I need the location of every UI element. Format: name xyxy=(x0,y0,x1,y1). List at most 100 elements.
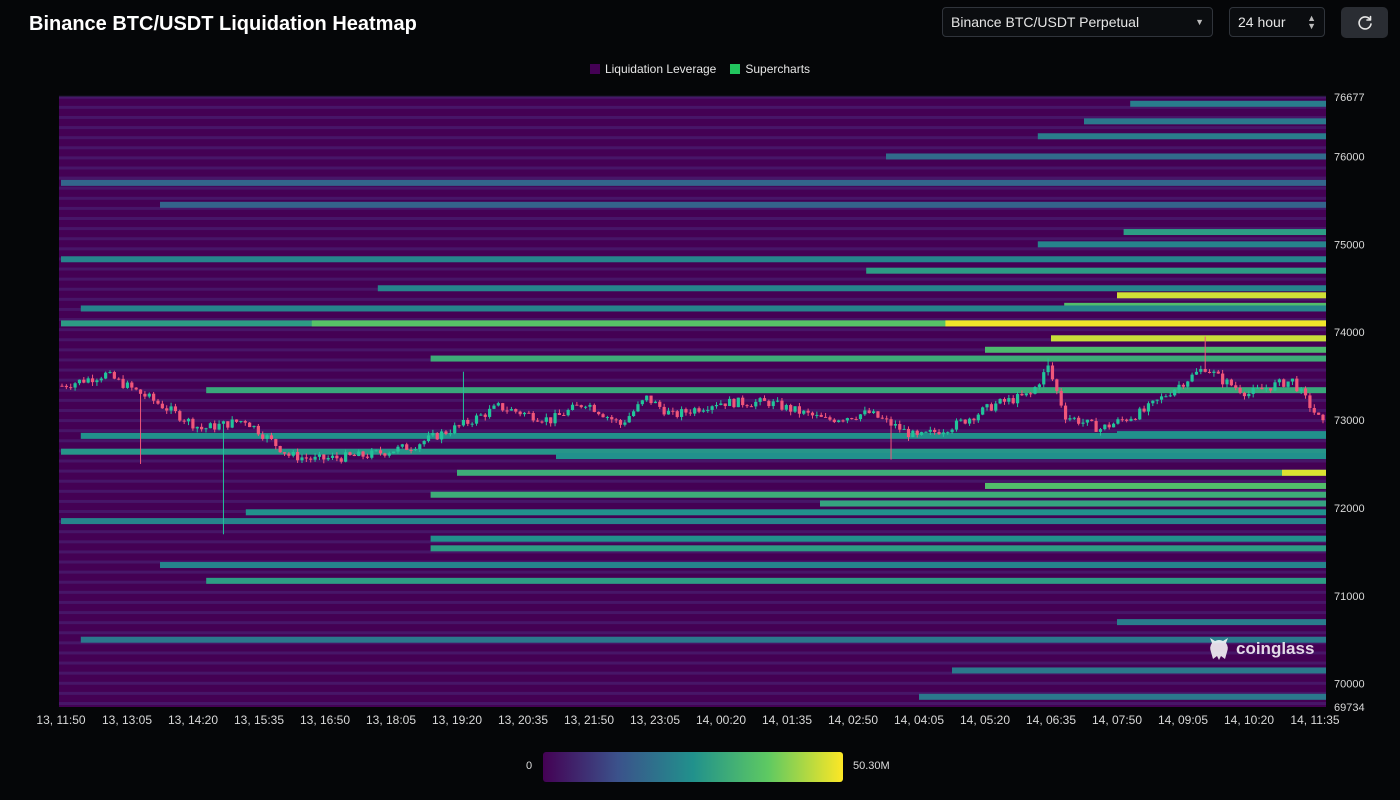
x-tick-label: 13, 14:20 xyxy=(168,713,218,727)
watermark-text: coinglass xyxy=(1236,639,1315,658)
candle-body xyxy=(488,408,492,417)
candle-body xyxy=(557,413,562,415)
candle-body xyxy=(649,395,653,404)
candlestick xyxy=(104,371,108,380)
candle-body xyxy=(213,423,217,430)
candle-body xyxy=(230,419,234,428)
candle-body xyxy=(679,409,684,417)
x-tick-label: 14, 10:20 xyxy=(1224,713,1274,727)
candle-body xyxy=(531,413,535,421)
candle-body xyxy=(1181,384,1185,387)
x-tick-label: 13, 20:35 xyxy=(498,713,548,727)
heatmap-level xyxy=(430,355,1327,362)
candle-body xyxy=(313,456,317,460)
candle-body xyxy=(426,435,431,441)
candle-body xyxy=(191,418,195,429)
candle-body xyxy=(1072,417,1076,419)
candle-body xyxy=(474,415,479,424)
candle-body xyxy=(911,430,915,438)
candle-body xyxy=(396,446,400,452)
candle-body xyxy=(1055,379,1059,391)
heatmap-level xyxy=(985,346,1326,353)
candle-body xyxy=(775,400,780,402)
candle-body xyxy=(1186,381,1190,387)
candle-body xyxy=(86,378,90,383)
candle-body xyxy=(1042,372,1046,385)
candle-body xyxy=(1063,405,1068,420)
candle-body xyxy=(959,419,963,421)
heatmap-level xyxy=(1037,241,1326,248)
candle-body xyxy=(256,425,260,435)
candle-body xyxy=(976,414,980,421)
candle-body xyxy=(570,404,575,411)
candle-body xyxy=(1221,373,1225,385)
heatmap-level xyxy=(457,469,1326,476)
candle-body xyxy=(754,401,758,407)
candle-body xyxy=(898,424,902,430)
heatmap-level xyxy=(377,285,1326,292)
candle-body xyxy=(252,425,256,428)
candle-body xyxy=(309,458,313,460)
candle-body xyxy=(631,411,636,417)
candle-body xyxy=(330,455,335,458)
candle-body xyxy=(234,419,239,422)
candle-body xyxy=(178,411,182,421)
candle-body xyxy=(248,422,252,428)
heatmap-base-row xyxy=(59,398,1326,402)
candle-body xyxy=(832,419,836,423)
heatmap-level xyxy=(61,256,1326,263)
candle-body xyxy=(387,453,391,456)
candle-body xyxy=(1255,387,1260,389)
candle-body xyxy=(863,410,867,415)
colorbar-max-label: 50.30M xyxy=(853,760,890,772)
candle-body xyxy=(1033,387,1037,394)
candle-body xyxy=(915,430,919,435)
heatmap-level xyxy=(952,667,1326,674)
candle-body xyxy=(623,422,627,425)
candle-body xyxy=(684,409,688,413)
candle-body xyxy=(806,410,810,413)
candle-body xyxy=(981,407,985,415)
candle-body xyxy=(1207,371,1212,373)
candle-body xyxy=(186,418,191,422)
candle-body xyxy=(1059,390,1063,406)
x-tick-label: 14, 09:05 xyxy=(1158,713,1208,727)
candle-body xyxy=(322,454,326,460)
candle-body xyxy=(1173,389,1177,396)
candle-body xyxy=(1116,419,1120,424)
heatmap-level xyxy=(556,453,1326,460)
candle-body xyxy=(117,378,121,380)
candle-body xyxy=(972,418,976,421)
candlestick xyxy=(1317,412,1321,415)
candle-body xyxy=(1107,424,1111,428)
candle-body xyxy=(793,406,797,412)
candle-body xyxy=(688,412,692,414)
coinglass-logo-icon xyxy=(1210,638,1228,660)
heatmap-chart[interactable]: 76677 76000 75000 74000 73000 72000 71000 70000… xyxy=(0,0,1400,800)
candlestick xyxy=(278,445,282,453)
heatmap-base-row xyxy=(59,247,1326,251)
candle-body xyxy=(1308,395,1312,409)
candle-body xyxy=(348,452,352,455)
candle-body xyxy=(1229,379,1233,386)
heatmap-level xyxy=(1123,229,1326,236)
candle-body xyxy=(479,414,483,416)
candlestick xyxy=(1229,378,1233,387)
candle-body xyxy=(1260,387,1264,390)
candle-body xyxy=(583,406,588,408)
candle-body xyxy=(409,449,413,451)
candle-body xyxy=(461,419,466,426)
candle-body xyxy=(208,423,212,429)
candle-body xyxy=(165,408,169,411)
candle-body xyxy=(789,405,793,412)
candlestick xyxy=(732,398,736,409)
y-tick-label: 74000 xyxy=(1334,327,1365,339)
heatmap-level xyxy=(80,305,1326,312)
candle-body xyxy=(1212,371,1216,373)
x-tick-label: 13, 16:50 xyxy=(300,713,350,727)
candle-body xyxy=(823,416,828,418)
candle-body xyxy=(658,401,662,407)
candle-body xyxy=(1159,396,1164,400)
x-tick-label: 14, 01:35 xyxy=(762,713,812,727)
candle-body xyxy=(90,378,95,383)
